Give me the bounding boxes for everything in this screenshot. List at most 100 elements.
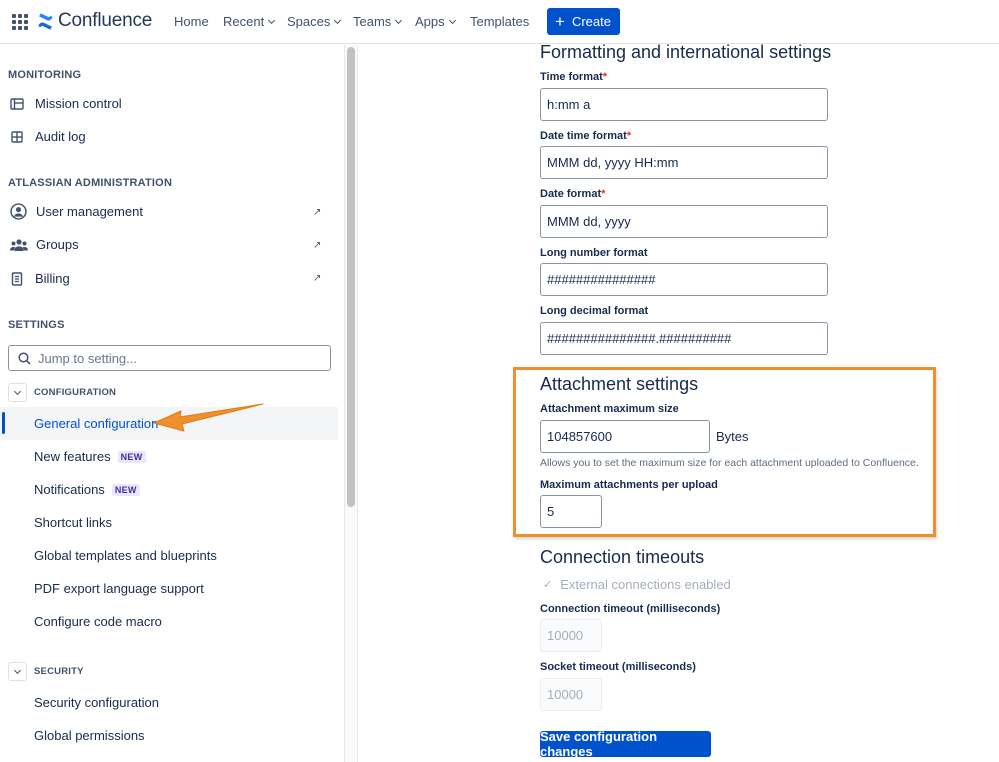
create-button[interactable]: + Create [547,8,620,35]
field-label-text: Date time format [540,130,627,142]
nav-templates[interactable]: Templates [470,14,529,29]
user-icon [10,203,27,220]
category-security[interactable]: SECURITY [8,662,84,681]
chevron-down-icon [13,666,22,674]
sidebar-item-audit-log[interactable]: Audit log [10,129,86,144]
sidebar-scrollbar-thumb[interactable] [347,47,355,507]
category-configuration[interactable]: CONFIGURATION [8,383,116,402]
sidebar-item-new-features[interactable]: New features NEW [34,449,146,464]
nav-recent[interactable]: Recent [223,14,276,29]
sidebar-item-label: Global templates and blueprints [34,548,217,563]
time-format-input[interactable]: h:mm a [540,88,828,121]
date-time-format-label: Date time format* [540,130,631,142]
sidebar-item-label: Configure code macro [34,614,162,629]
nav-spaces[interactable]: Spaces [287,14,342,29]
dashboard-icon [10,97,24,110]
nav-home-label: Home [174,14,209,29]
required-marker: * [601,188,606,200]
sidebar-item-label: Global permissions [34,728,145,743]
external-link-icon: ↗ [313,240,322,251]
connection-timeout-input[interactable]: 10000 [540,619,602,652]
date-time-format-input[interactable]: MMM dd, yyyy HH:mm [540,146,828,179]
nav-spaces-label: Spaces [287,14,331,29]
nav-recent-label: Recent [223,14,265,29]
category-label: CONFIGURATION [34,387,117,398]
socket-timeout-label: Socket timeout (milliseconds) [540,661,696,673]
sidebar-item-label: Billing [35,271,70,286]
category-label: SECURITY [34,666,84,677]
plus-icon: + [555,12,565,31]
sidebar-item-label: PDF export language support [34,581,204,596]
checkmark-icon: ✓ [543,579,553,591]
save-configuration-button[interactable]: Save configuration changes [540,729,711,759]
sidebar-item-mission-control[interactable]: Mission control [10,96,122,111]
search-icon [18,351,31,365]
section-heading-monitoring: MONITORING [8,69,82,81]
sidebar-item-shortcut-links[interactable]: Shortcut links [34,515,112,530]
annotation-highlight-box [513,367,936,537]
checkbox-label: External connections enabled [560,577,731,592]
new-badge: NEW [111,483,140,496]
long-number-format-label: Long number format [540,247,648,259]
sidebar-item-security-configuration[interactable]: Security configuration [34,695,159,710]
field-label-text: Time format [540,71,603,83]
collapse-toggle[interactable] [8,383,27,402]
sidebar-item-label: New features [34,449,111,464]
sidebar-item-pdf-export[interactable]: PDF export language support [34,581,204,596]
new-badge: NEW [117,450,146,463]
long-decimal-format-input[interactable]: ###############.########## [540,322,828,355]
grid-icon [11,130,23,143]
sidebar-item-general-configuration[interactable]: General configuration [34,416,158,431]
people-icon [10,238,28,251]
sidebar-item-label: User management [36,204,143,219]
chevron-down-icon [13,387,22,395]
field-label-text: Date format [540,188,602,200]
active-item-indicator [2,412,5,434]
nav-teams-label: Teams [353,14,392,29]
nav-apps-label: Apps [415,14,445,29]
sidebar-item-label: Groups [36,237,79,252]
section-heading-settings: SETTINGS [8,319,65,331]
sidebar-item-billing[interactable]: Billing [10,271,70,286]
external-link-icon: ↗ [313,273,322,284]
formatting-heading: Formatting and international settings [540,42,832,62]
search-placeholder: Jump to setting... [38,350,137,366]
time-format-label: Time format* [540,71,607,83]
sidebar-item-code-macro[interactable]: Configure code macro [34,614,162,629]
settings-search-input[interactable]: Jump to setting... [8,345,331,371]
confluence-logo[interactable]: Confluence [37,10,152,32]
sidebar-item-label: Notifications [34,482,105,497]
sidebar-item-global-permissions[interactable]: Global permissions [34,728,145,743]
long-decimal-format-label: Long decimal format [540,305,649,317]
long-number-format-input[interactable]: ############### [540,263,828,296]
nav-home[interactable]: Home [174,14,209,29]
sidebar-item-label: Shortcut links [34,515,113,530]
nav-teams[interactable]: Teams [353,14,403,29]
chevron-down-icon [448,16,456,24]
sidebar-item-groups[interactable]: Groups [10,237,79,252]
required-marker: * [602,71,608,83]
sidebar-item-global-templates[interactable]: Global templates and blueprints [34,548,217,563]
external-link-icon: ↗ [313,207,322,218]
chevron-down-icon [268,16,276,24]
sidebar-item-label: Mission control [35,96,122,111]
date-format-label: Date format* [540,188,605,200]
app-switcher-icon[interactable] [12,14,28,30]
create-button-label: Create [571,14,611,29]
socket-timeout-input[interactable]: 10000 [540,678,602,711]
sidebar-item-label: Security configuration [34,695,160,710]
connection-timeouts-heading: Connection timeouts [540,547,705,567]
external-connections-checkbox[interactable]: ✓ External connections enabled [543,577,731,592]
collapse-toggle[interactable] [8,662,27,681]
sidebar-item-notifications[interactable]: Notifications NEW [34,482,140,497]
annotation-arrow-icon [153,403,264,432]
date-format-input[interactable]: MMM dd, yyyy [540,205,828,238]
top-navigation: Confluence Home Recent Spaces Teams Apps… [0,0,999,44]
nav-apps[interactable]: Apps [415,14,456,29]
section-heading-atlassian-admin: ATLASSIAN ADMINISTRATION [8,177,173,189]
sidebar-item-user-management[interactable]: User management [10,203,143,220]
sidebar-item-label: Audit log [35,129,86,144]
connection-timeout-label: Connection timeout (milliseconds) [540,603,721,615]
chevron-down-icon [395,16,403,24]
chevron-down-icon [334,16,342,24]
